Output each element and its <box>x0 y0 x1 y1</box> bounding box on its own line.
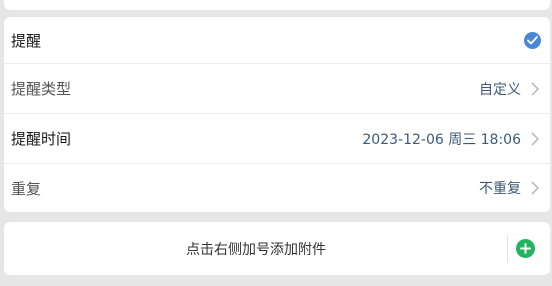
checkmark-icon[interactable] <box>524 31 541 49</box>
reminder-settings-card: 提醒 提醒类型 自定义 提醒时间 2023-12-06 周三 18:06 重复 … <box>4 17 550 212</box>
plus-icon <box>520 243 531 254</box>
repeat-label: 重复 <box>11 179 42 198</box>
chevron-right-icon <box>529 79 541 99</box>
reminder-type-value: 自定义 <box>479 81 521 98</box>
chevron-right-icon <box>529 129 541 149</box>
reminder-time-label: 提醒时间 <box>11 130 72 148</box>
add-attachment-button[interactable] <box>516 239 535 258</box>
chevron-right-icon <box>529 178 541 198</box>
repeat-row[interactable]: 重复 不重复 <box>4 163 550 212</box>
reminder-type-label: 提醒类型 <box>11 80 72 98</box>
repeat-value: 不重复 <box>479 181 521 197</box>
divider <box>507 235 508 262</box>
reminder-toggle-label: 提醒 <box>11 31 42 50</box>
previous-section-card <box>4 0 550 10</box>
attachment-hint[interactable]: 点击右侧加号添加附件 <box>4 222 508 275</box>
reminder-toggle-row[interactable]: 提醒 <box>4 17 550 63</box>
reminder-time-value: 2023-12-06 周三 18:06 <box>362 131 521 148</box>
reminder-time-row[interactable]: 提醒时间 2023-12-06 周三 18:06 <box>4 113 550 163</box>
attachment-card: 点击右侧加号添加附件 <box>4 222 550 275</box>
reminder-type-row[interactable]: 提醒类型 自定义 <box>4 63 550 113</box>
